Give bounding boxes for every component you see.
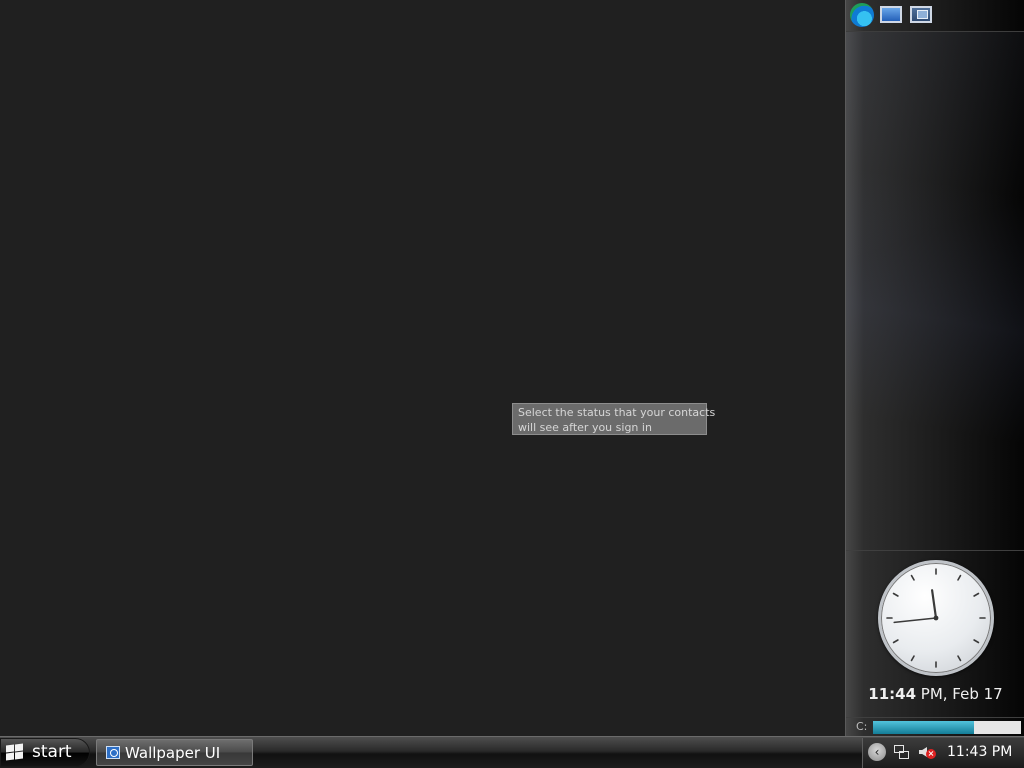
start-label: start [32,742,72,762]
drive-meter-gadget[interactable]: C: [846,717,1024,736]
picture-gadget-icon[interactable] [880,6,902,23]
clock-tick [910,655,915,662]
desktop [0,0,845,736]
clock-gadget[interactable] [878,560,994,676]
clock-tick [973,639,980,644]
sidebar-date: PM, Feb 17 [916,685,1003,703]
notification-tray: ‹ × 11:43 PM [862,738,1024,768]
clock-tick [892,639,899,644]
volume-muted-icon[interactable]: × [919,744,936,760]
chevron-left-icon[interactable]: ‹ [868,743,886,761]
windows-sidebar: 11:44 PM, Feb 17 C: [845,0,1024,736]
clock-hour-hand [931,589,938,620]
clock-hands [886,568,986,668]
sidebar-toolbar [846,0,1024,32]
edge-browser-icon[interactable] [850,3,874,27]
taskbar-button-label: Wallpaper UI [125,744,221,762]
wallpaper-app-icon [106,746,120,759]
sidebar-date-time: 11:44 PM, Feb 17 [846,685,1024,703]
clock-tick [957,574,962,581]
clock-minute-hand [893,617,937,624]
status-tooltip: Select the status that your contacts wil… [512,403,716,435]
clock-tick [910,574,915,581]
sidebar-divider [846,550,1024,551]
tooltip-line-2: will see after you sign in [518,421,652,434]
tray-clock[interactable]: 11:43 PM [947,744,1012,760]
tooltip-line-1: Select the status that your contacts [518,406,716,419]
sidebar-time: 11:44 [868,685,917,703]
start-button[interactable]: start [0,738,90,767]
drive-label: C: [856,720,868,733]
slideshow-gadget-icon[interactable] [910,6,932,23]
taskbar: start Wallpaper UI ‹ × 11:43 PM [0,736,1024,768]
drive-usage-fill [873,721,974,734]
drive-usage-bar [873,721,1021,734]
windows-flag-icon [6,743,24,761]
clock-tick [973,592,980,597]
clock-tick [892,592,899,597]
clock-tick [957,655,962,662]
taskbar-button-wallpaper-ui[interactable]: Wallpaper UI [96,739,253,766]
network-icon[interactable] [894,745,909,759]
